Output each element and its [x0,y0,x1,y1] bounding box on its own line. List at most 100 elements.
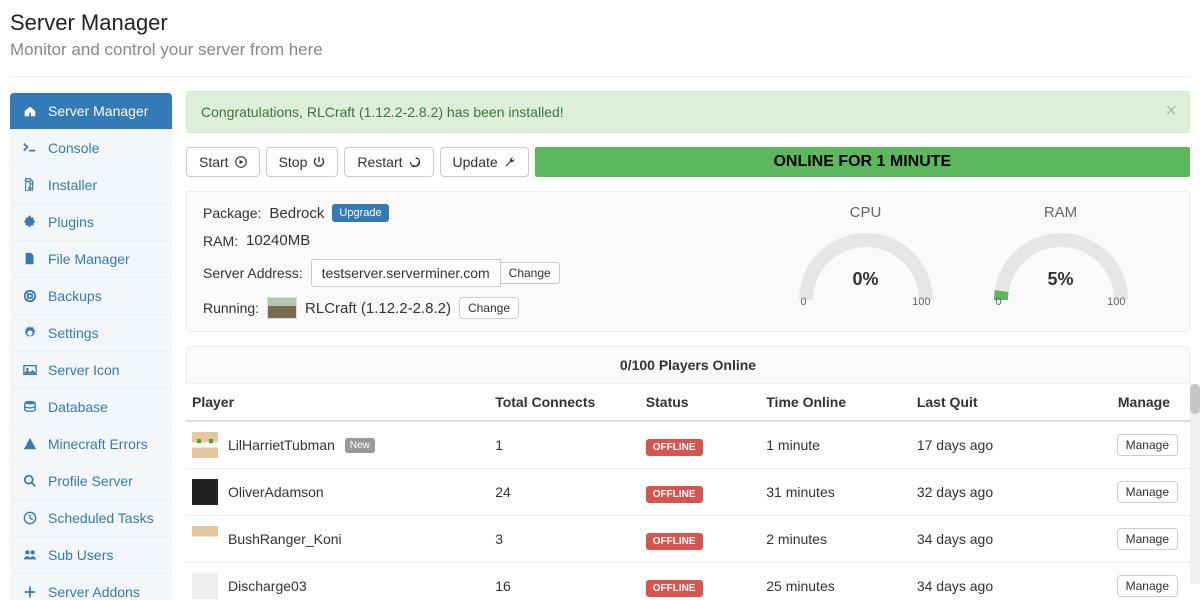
manage-button[interactable]: Manage [1117,481,1178,503]
col-quit: Last Quit [909,384,1090,421]
refresh-icon [409,156,421,168]
stop-label: Stop [279,154,308,170]
plus-icon [22,585,38,599]
sidebar-item-backups[interactable]: Backups [10,277,172,314]
update-label: Update [453,154,498,170]
sidebar-item-server-manager[interactable]: Server Manager [10,93,172,129]
cpu-title: CPU [850,204,882,221]
sidebar-item-label: Plugins [48,214,94,230]
start-button[interactable]: Start [186,147,260,177]
sidebar-item-label: Server Manager [48,103,148,119]
status-badge: OFFLINE [646,439,703,456]
info-left: Package: Bedrock Upgrade RAM: 10240MB Se… [203,204,783,319]
sidebar-item-sub-users[interactable]: Sub Users [10,536,172,573]
ram-min: 0 [996,296,1002,308]
col-connects: Total Connects [487,384,638,421]
players-table: Player Total Connects Status Time Online… [186,384,1190,600]
time-cell: 2 minutes [758,516,909,563]
connects-cell: 24 [487,469,638,516]
quit-cell: 32 days ago [909,469,1090,516]
page-header: Server Manager Monitor and control your … [0,0,1200,76]
avatar [192,479,218,505]
toolbar: Start Stop Restart Update ONLINE FOR 1 M… [186,147,1190,177]
package-value: Bedrock [269,205,324,222]
col-status: Status [638,384,758,421]
change-modpack-button[interactable]: Change [459,297,519,319]
running-value: RLCraft (1.12.2-2.8.2) [305,300,451,317]
header-divider [10,76,1190,77]
player-name: LilHarrietTubman [228,437,335,453]
power-icon [313,156,325,168]
col-manage: Manage [1090,384,1190,421]
users-icon [22,548,38,562]
start-label: Start [199,154,229,170]
manage-button[interactable]: Manage [1117,575,1178,597]
status-badge: OFFLINE [646,580,703,597]
sidebar-item-installer[interactable]: Installer [10,166,172,203]
sidebar-item-label: Profile Server [48,473,133,489]
sidebar-item-profile-server[interactable]: Profile Server [10,462,172,499]
upgrade-button[interactable]: Upgrade [332,204,388,222]
restart-label: Restart [357,154,402,170]
status-text: ONLINE FOR 1 MINUTE [773,153,951,171]
ram-value: 10240MB [246,232,310,249]
file-icon [22,252,38,266]
image-icon [22,363,38,377]
table-row: BushRanger_Koni 3 OFFLINE 2 minutes34 days … [186,516,1190,563]
sidebar-item-settings[interactable]: Settings [10,314,172,351]
quit-cell: 34 days ago [909,516,1090,563]
player-name: OliverAdamson [228,484,324,500]
cpu-max: 100 [912,296,930,308]
restart-button[interactable]: Restart [344,147,433,177]
sidebar-item-scheduled-tasks[interactable]: Scheduled Tasks [10,499,172,536]
new-badge: New [345,438,375,453]
sidebar-item-label: Database [48,399,108,415]
table-scrollbar[interactable] [1190,384,1200,584]
terminal-icon [22,141,38,155]
status-badge: OFFLINE [646,533,703,550]
table-row: Discharge0316OFFLINE25 minutes34 days ag… [186,563,1190,600]
cpu-arc [791,225,941,305]
download-icon [22,178,38,192]
time-cell: 1 minute [758,421,909,469]
sidebar-item-label: Server Addons [48,584,140,600]
cpu-min: 0 [801,296,807,308]
connects-cell: 16 [487,563,638,600]
sidebar-item-database[interactable]: Database [10,388,172,425]
sidebar-item-console[interactable]: Console [10,129,172,166]
close-icon[interactable]: × [1165,100,1177,123]
stop-button[interactable]: Stop [266,147,339,177]
connects-cell: 3 [487,516,638,563]
modpack-thumb [267,297,297,319]
cpu-percent: 0% [852,269,878,290]
sidebar-item-file-manager[interactable]: File Manager [10,240,172,277]
update-button[interactable]: Update [440,147,529,177]
avatar [192,432,218,458]
sidebar-item-label: Backups [48,288,102,304]
gauges: CPU 0% 0 100 RAM 5% 0100 [783,204,1173,308]
sidebar-item-label: Server Icon [48,362,120,378]
ram-gauge: RAM 5% 0100 [978,204,1143,308]
players-header: 0/100 Players Online [186,346,1190,384]
address-value[interactable]: testserver.serverminer.com [311,259,501,287]
sidebar-item-plugins[interactable]: Plugins [10,203,172,240]
sidebar-item-minecraft-errors[interactable]: Minecraft Errors [10,425,172,462]
change-address-button[interactable]: Change [500,262,560,284]
status-badge: OFFLINE [646,486,703,503]
play-icon [235,156,247,168]
player-name: BushRanger_Koni [228,531,342,547]
main-content: Congratulations, RLCraft (1.12.2-2.8.2) … [186,91,1190,600]
manage-button[interactable]: Manage [1117,528,1178,550]
clock-icon [22,511,38,525]
sidebar-item-server-icon[interactable]: Server Icon [10,351,172,388]
sidebar-item-label: Console [48,140,99,156]
manage-button[interactable]: Manage [1117,434,1178,456]
sidebar-item-label: Minecraft Errors [48,436,148,452]
package-label: Package: [203,205,261,221]
connects-cell: 1 [487,421,638,469]
avatar [192,526,218,552]
ram-percent: 5% [1047,269,1073,290]
sidebar-item-label: Installer [48,177,97,193]
sidebar: Server Manager Console Installer Plugins Fil… [10,91,172,600]
sidebar-item-server-addons[interactable]: Server Addons [10,573,172,600]
